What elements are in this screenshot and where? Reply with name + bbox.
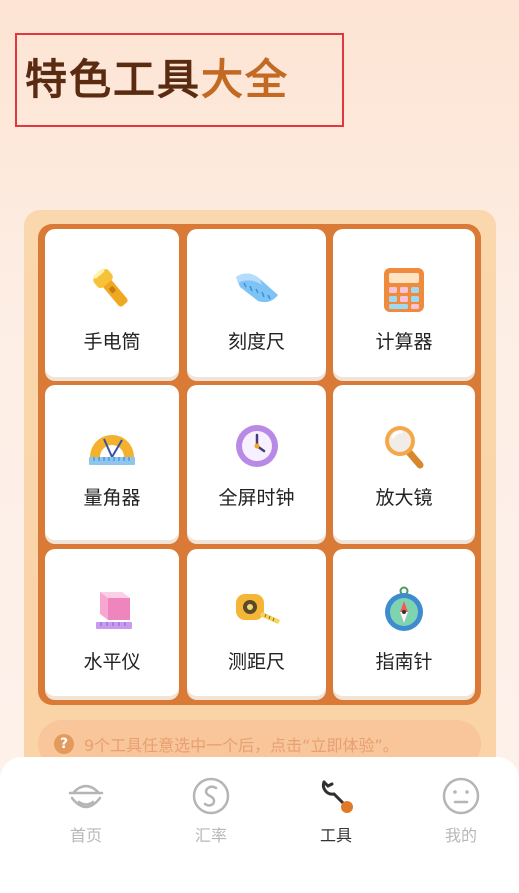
tool-label: 手电筒 — [83, 331, 141, 353]
tab-label: 我的 — [444, 826, 477, 845]
tool-label: 刻度尺 — [227, 331, 285, 353]
tab-home[interactable]: 首页 — [46, 776, 126, 846]
tab-exchange-rate[interactable]: 汇率 — [171, 776, 251, 846]
tool-card-compass[interactable]: 指南针 — [333, 549, 475, 696]
tool-card-magnifier[interactable]: 放大镜 — [333, 385, 475, 540]
flashlight-icon — [85, 263, 139, 317]
tool-label: 测距尺 — [227, 651, 285, 673]
clock-icon — [230, 419, 284, 473]
tab-tools[interactable]: 工具 — [296, 776, 376, 846]
home-icon — [68, 784, 104, 809]
exchange-rate-icon — [192, 777, 230, 815]
page-title-part1: 特色工具 — [25, 55, 202, 104]
tab-label: 首页 — [69, 826, 102, 845]
tab-label: 工具 — [319, 826, 352, 845]
tool-label: 量角器 — [83, 487, 141, 509]
level-icon — [85, 583, 139, 637]
page-title-part2: 大全 — [201, 55, 290, 104]
tool-card-calculator[interactable]: 计算器 — [333, 229, 475, 377]
tool-card-fullscreen-clock[interactable]: 全屏时钟 — [187, 385, 326, 540]
page-title: 特色工具大全 — [25, 46, 289, 107]
tool-label: 水平仪 — [83, 651, 141, 673]
question-icon: ? — [54, 734, 74, 754]
tool-card-level[interactable]: 水平仪 — [45, 549, 179, 696]
tool-label: 指南针 — [375, 651, 433, 673]
wrench-icon — [321, 780, 353, 813]
hint-text: 9个工具任意选中一个后，点击“立即体验”。 — [84, 736, 399, 755]
tool-label: 放大镜 — [375, 487, 433, 509]
tab-profile[interactable]: 我的 — [421, 776, 501, 846]
tool-card-flashlight[interactable]: 手电筒 — [45, 229, 179, 377]
bottom-tab-bar: 首页 汇率 工具 我的 — [0, 757, 519, 893]
tool-label: 计算器 — [375, 331, 433, 353]
tool-card-protractor[interactable]: 量角器 — [45, 385, 179, 540]
calculator-icon — [377, 263, 431, 317]
protractor-icon — [85, 419, 139, 473]
profile-icon — [442, 777, 480, 815]
magnifier-icon — [377, 419, 431, 473]
compass-icon — [377, 583, 431, 637]
tab-label: 汇率 — [194, 826, 227, 845]
tool-label: 全屏时钟 — [218, 487, 295, 509]
tool-card-ruler[interactable]: 刻度尺 — [187, 229, 326, 377]
tool-card-tape-measure[interactable]: 测距尺 — [187, 549, 326, 696]
tape-measure-icon — [230, 583, 284, 637]
ruler-icon — [230, 263, 284, 317]
